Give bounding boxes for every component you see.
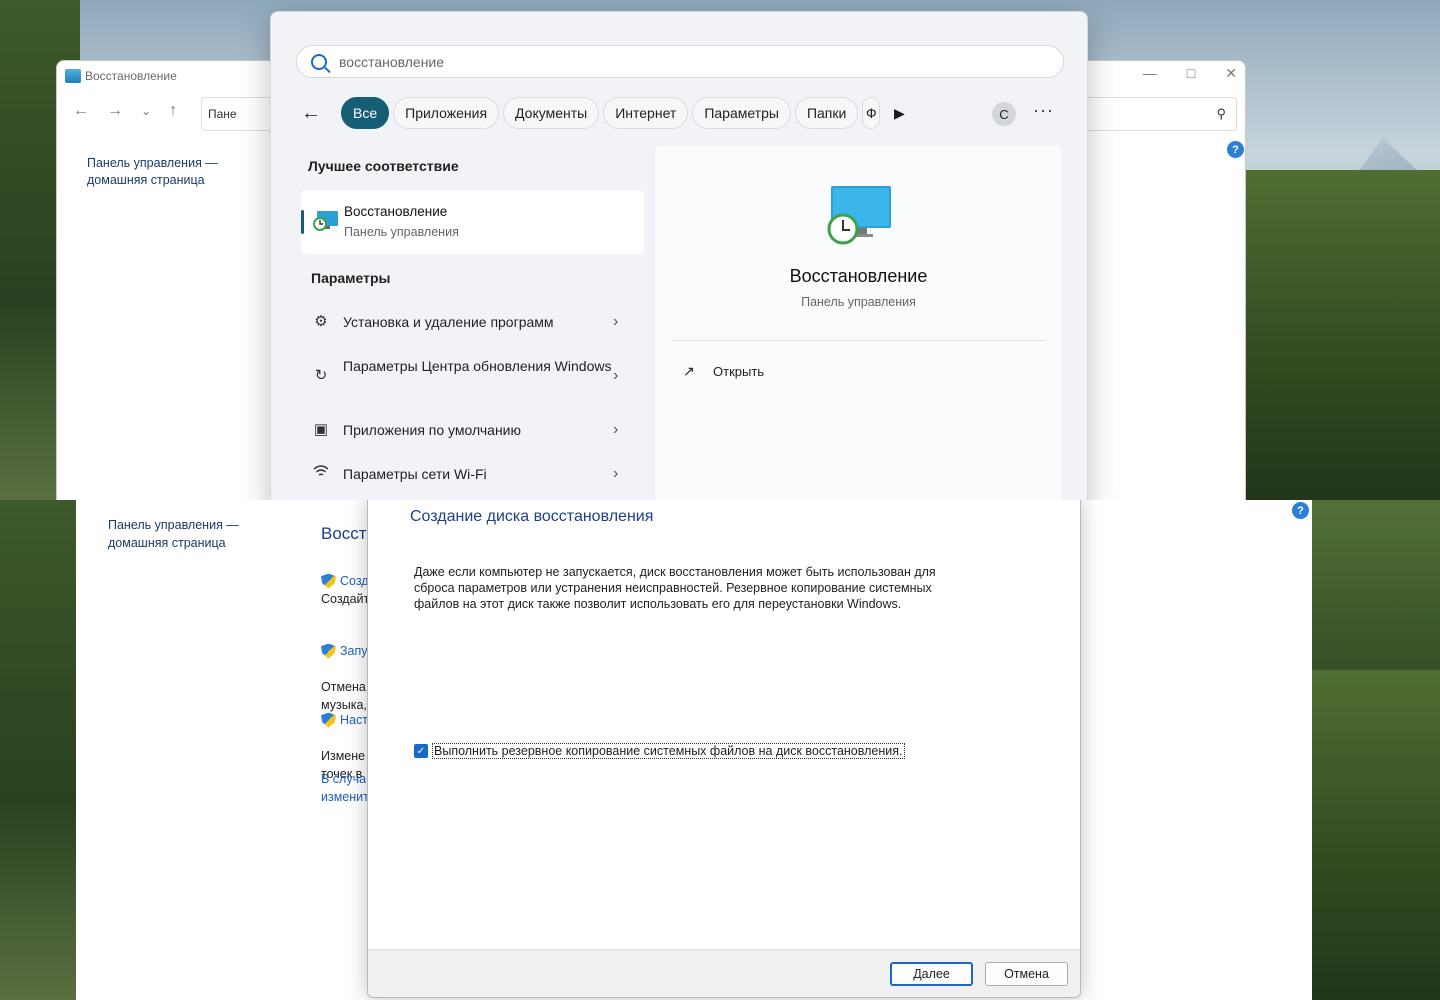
- search-icon: [311, 53, 327, 70]
- search-input[interactable]: восстановление: [296, 45, 1064, 78]
- back-arrow-icon[interactable]: ←: [73, 102, 89, 120]
- filter-apps[interactable]: Приложения: [393, 97, 500, 129]
- filter-truncated[interactable]: Ф: [862, 97, 881, 129]
- checkbox-label[interactable]: Выполнить резервное копирование системны…: [432, 743, 905, 759]
- chevron-right-icon: ›: [613, 313, 619, 330]
- chevron-down-icon[interactable]: ⌄: [141, 104, 151, 118]
- cp-search-field[interactable]: ⚲: [1077, 97, 1237, 131]
- scroll-filters-icon[interactable]: ▶: [884, 97, 914, 129]
- cancel-button[interactable]: Отмена: [985, 962, 1068, 986]
- window-controls: — □ ✕: [1143, 65, 1237, 82]
- maximize-icon[interactable]: □: [1187, 65, 1195, 82]
- wifi-icon: [311, 464, 331, 484]
- filter-documents[interactable]: Документы: [503, 97, 600, 129]
- top-screenshot: Восстановление — □ ✕ ← → ⌄ ↑ Пане ⚲ Пане…: [0, 0, 1440, 500]
- filter-folders[interactable]: Папки: [794, 97, 859, 129]
- wizard-footer: Далее Отмена: [368, 949, 1080, 997]
- minimize-icon[interactable]: —: [1143, 65, 1157, 82]
- help-icon[interactable]: ?: [1227, 141, 1244, 158]
- recovery-drive-wizard: Создание диска восстановления Даже если …: [367, 500, 1081, 998]
- search-query: восстановление: [339, 53, 445, 70]
- setting-item-wifi[interactable]: Параметры сети Wi-Fi ›: [311, 464, 631, 484]
- settings-header: Параметры: [311, 270, 391, 286]
- chevron-right-icon: ›: [613, 421, 619, 438]
- cp-home-link[interactable]: Панель управления — домашняя страница: [108, 516, 258, 552]
- address-field[interactable]: Пане: [201, 97, 281, 131]
- setting-item-windows-update[interactable]: ↻ Параметры Центра обновления Windows ›: [311, 356, 631, 386]
- close-icon[interactable]: ✕: [1225, 65, 1237, 82]
- next-button[interactable]: Далее: [890, 962, 973, 986]
- window-title: Восстановление: [85, 69, 177, 83]
- cp-home-link[interactable]: Панель управления — домашняя страница: [87, 155, 237, 189]
- preview-title: Восстановление: [789, 266, 928, 286]
- chevron-right-icon: ›: [613, 367, 619, 384]
- best-match-item[interactable]: Восстановление Панель управления: [301, 190, 644, 254]
- uac-shield-icon: [321, 712, 336, 728]
- preview-pane: Восстановление Панель управления ↗ Откры…: [655, 146, 1062, 500]
- option-link[interactable]: Запу: [321, 642, 368, 660]
- setting-label: Параметры сети Wi-Fi: [343, 466, 487, 482]
- filter-settings[interactable]: Параметры: [692, 97, 791, 129]
- best-match-header: Лучшее соответствие: [308, 158, 459, 174]
- setting-item-default-apps[interactable]: ▣ Приложения по умолчанию ›: [311, 420, 631, 440]
- help-icon[interactable]: ?: [1292, 502, 1309, 519]
- address-text: Пане: [208, 107, 237, 121]
- open-label: Открыть: [713, 364, 765, 379]
- preview-subtitle: Панель управления: [801, 295, 916, 309]
- recovery-icon: [313, 210, 339, 235]
- footer-link[interactable]: В случа изменит: [321, 770, 369, 806]
- more-options-icon[interactable]: ···: [1033, 100, 1054, 121]
- recovery-app-icon: [65, 69, 81, 83]
- setting-item-programs[interactable]: ⚙ Установка и удаление программ ›: [311, 312, 631, 332]
- setting-label: Параметры Центра обновления Windows: [343, 358, 612, 374]
- search-icon: ⚲: [1216, 106, 1226, 121]
- start-search-flyout: восстановление ← Все Приложения Документ…: [270, 11, 1088, 500]
- uac-shield-icon: [321, 643, 336, 659]
- filter-web[interactable]: Интернет: [603, 97, 689, 129]
- gear-icon: ⚙: [314, 313, 328, 330]
- wizard-description: Даже если компьютер не запускается, диск…: [414, 565, 936, 611]
- wizard-title: Создание диска восстановления: [410, 508, 654, 525]
- selection-indicator: [301, 210, 304, 234]
- open-external-icon: ↗: [683, 363, 695, 379]
- option-link[interactable]: Созд: [321, 572, 369, 590]
- uac-shield-icon: [321, 573, 336, 589]
- divider: [671, 340, 1046, 341]
- option-link[interactable]: Наст: [321, 711, 368, 729]
- option-text: Создайт: [321, 592, 370, 606]
- bottom-screenshot: Панель управления — домашняя страница Во…: [0, 500, 1440, 1000]
- setting-label: Установка и удаление программ: [343, 314, 554, 330]
- sync-icon: ↻: [314, 367, 328, 384]
- checkmark-icon[interactable]: ✓: [414, 744, 428, 758]
- setting-label: Приложения по умолчанию: [343, 422, 521, 438]
- best-match-title: Восстановление: [344, 204, 448, 219]
- filter-all[interactable]: Все: [341, 97, 390, 129]
- filter-bar: ← Все Приложения Документы Интернет Пара…: [301, 97, 914, 129]
- page-title: Восст: [321, 524, 367, 543]
- back-arrow-icon[interactable]: ←: [301, 102, 337, 125]
- chevron-right-icon: ›: [613, 465, 619, 482]
- up-arrow-icon[interactable]: ↑: [169, 102, 177, 120]
- open-action[interactable]: ↗ Открыть: [683, 363, 764, 380]
- default-apps-icon: ▣: [313, 421, 329, 438]
- forward-arrow-icon[interactable]: →: [107, 102, 123, 120]
- avatar[interactable]: С: [992, 102, 1016, 126]
- recovery-option-create: Созд Создайт: [321, 572, 369, 608]
- recovery-large-icon: [823, 184, 893, 249]
- best-match-subtitle: Панель управления: [344, 225, 459, 239]
- backup-system-files-checkbox[interactable]: ✓ Выполнить резервное копирование систем…: [414, 743, 905, 759]
